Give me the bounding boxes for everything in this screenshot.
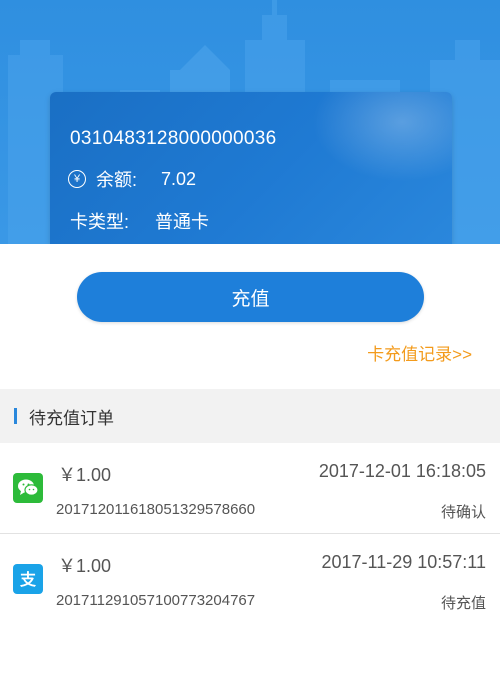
section-title: 待充值订单: [29, 408, 114, 428]
card-type-value: 普通卡: [155, 212, 210, 232]
member-card: 0310483128000000036 ¥ 余额: 7.02 卡类型: 普通卡: [50, 92, 452, 244]
recharge-button[interactable]: 充值: [77, 272, 424, 322]
order-number: 20171201161805132957866​0: [56, 501, 256, 518]
yen-icon: ¥: [68, 170, 86, 188]
recharge-record-link[interactable]: 卡充值记录>>: [367, 340, 472, 365]
card-number: 0310483128000000036: [70, 128, 277, 149]
order-number: 20171129105710077320476​7: [56, 592, 256, 609]
balance-label: 余额:: [96, 170, 138, 190]
alipay-icon: 支: [13, 564, 43, 594]
balance-row: ¥ 余额: 7.02: [68, 166, 196, 192]
balance-value: 7.02: [161, 168, 197, 189]
order-status: 待确认: [440, 504, 486, 521]
order-time: 2017-12-01 16:18:05: [318, 461, 486, 481]
wechat-pay-icon: [13, 473, 43, 503]
order-row[interactable]: 支 ￥1.00 2017-11-29 10:57:11 201711291057…: [0, 535, 500, 625]
order-amount: ￥1.00: [58, 465, 112, 485]
card-banner: 0310483128000000036 ¥ 余额: 7.02 卡类型: 普通卡: [0, 0, 500, 244]
card-type-label: 卡类型:: [70, 212, 130, 232]
pending-orders-header: 待充值订单: [0, 389, 500, 443]
svg-text:支: 支: [19, 570, 37, 589]
card-type-row: 卡类型: 普通卡: [70, 208, 209, 234]
order-row[interactable]: ￥1.00 2017-12-01 16:18:05 20171201161805…: [0, 444, 500, 534]
order-amount: ￥1.00: [58, 556, 112, 576]
card-shine: [312, 92, 452, 182]
order-time: 2017-11-29 10:57:11: [321, 552, 486, 572]
section-accent-bar: [14, 408, 17, 424]
order-status: 待充值: [440, 595, 486, 612]
